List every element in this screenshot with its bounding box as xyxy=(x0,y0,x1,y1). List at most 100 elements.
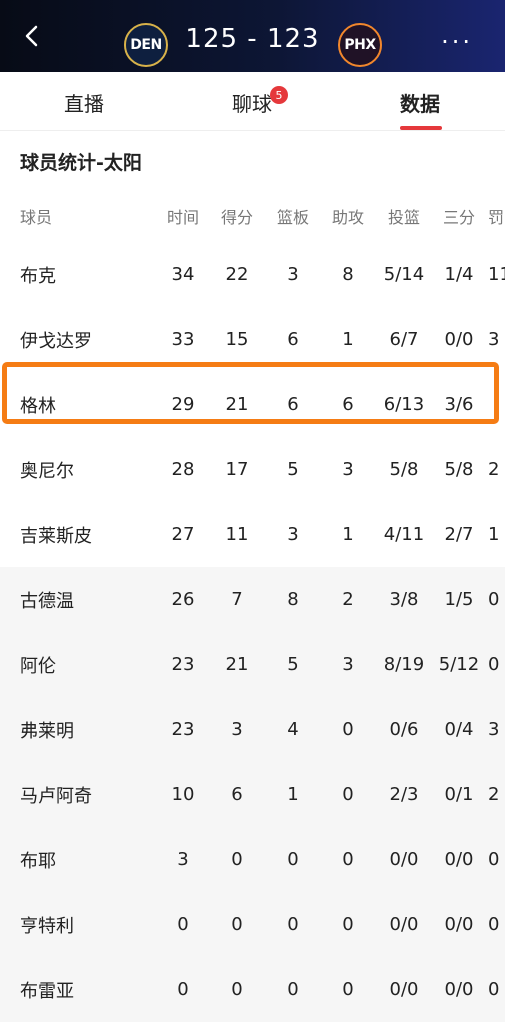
table-row[interactable]: 布克 34 22 3 8 5/14 1/4 11 xyxy=(0,242,505,307)
table-header-row: 球员 时间 得分 篮板 助攻 投篮 三分 罚 xyxy=(0,190,505,242)
minutes-cell: 23 xyxy=(171,719,195,740)
table-row[interactable]: 亨特利 0 0 0 0 0/0 0/0 0 xyxy=(0,892,505,957)
table-row[interactable]: 奥尼尔 28 17 5 3 5/8 5/8 2 xyxy=(0,437,505,502)
chat-notification-badge: 5 xyxy=(270,86,288,104)
assists-cell: 0 xyxy=(342,914,354,935)
assists-cell: 0 xyxy=(342,849,354,870)
player-name-cell: 古德温 xyxy=(20,590,74,612)
player-name-cell: 伊戈达罗 xyxy=(20,330,92,352)
minutes-cell: 29 xyxy=(171,394,195,415)
top-bar: DEN 125 - 123 PHX ··· xyxy=(0,0,505,72)
column-header-player: 球员 xyxy=(20,208,53,227)
points-cell: 21 xyxy=(225,394,249,415)
assists-cell: 3 xyxy=(342,459,354,480)
field-goals-cell: 0/0 xyxy=(389,979,419,1000)
points-cell: 0 xyxy=(231,849,243,870)
score-display: 125 - 123 xyxy=(185,24,320,54)
column-header-assists[interactable]: 助攻 xyxy=(323,190,373,242)
points-cell: 21 xyxy=(225,654,249,675)
tab-chat[interactable]: 聊球 xyxy=(232,88,272,117)
rebounds-cell: 4 xyxy=(287,719,299,740)
field-goals-cell: 0/0 xyxy=(389,849,419,870)
points-cell: 17 xyxy=(225,459,249,480)
field-goals-cell: 2/3 xyxy=(389,784,419,805)
minutes-cell: 10 xyxy=(171,784,195,805)
three-pointers-cell: 0/0 xyxy=(444,979,474,1000)
active-tab-indicator xyxy=(400,126,442,130)
assists-cell: 2 xyxy=(342,589,354,610)
column-header-points[interactable]: 得分 xyxy=(212,190,262,242)
field-goals-cell: 4/11 xyxy=(383,524,425,545)
table-row[interactable]: 布雷亚 0 0 0 0 0/0 0/0 0 xyxy=(0,957,505,1022)
points-cell: 0 xyxy=(231,914,243,935)
three-pointers-cell: 5/8 xyxy=(444,459,474,480)
field-goals-cell: 0/0 xyxy=(389,914,419,935)
table-row[interactable]: 吉莱斯皮 27 11 3 1 4/11 2/7 1 xyxy=(0,502,505,567)
minutes-cell: 0 xyxy=(177,979,189,1000)
table-row[interactable]: 伊戈达罗 33 15 6 1 6/7 0/0 3 xyxy=(0,307,505,372)
column-header-free-throws[interactable]: 罚 xyxy=(488,190,505,242)
table-row[interactable]: 阿伦 23 21 5 3 8/19 5/12 0 xyxy=(0,632,505,697)
assists-cell: 1 xyxy=(342,524,354,545)
assists-cell: 8 xyxy=(342,264,354,285)
player-name-cell: 布耶 xyxy=(20,850,56,872)
rebounds-cell: 0 xyxy=(287,914,299,935)
back-arrow-icon[interactable] xyxy=(20,24,44,48)
points-cell: 6 xyxy=(231,784,243,805)
section-title: 球员统计-太阳 xyxy=(20,152,142,174)
free-throws-cell: 2 xyxy=(488,784,500,805)
field-goals-cell: 6/13 xyxy=(383,394,425,415)
rebounds-cell: 1 xyxy=(287,784,299,805)
table-row[interactable]: 布耶 3 0 0 0 0/0 0/0 0 xyxy=(0,827,505,892)
minutes-cell: 34 xyxy=(171,264,195,285)
player-name-cell: 吉莱斯皮 xyxy=(20,525,92,547)
column-header-three-pointers[interactable]: 三分 xyxy=(434,190,484,242)
free-throws-cell: 0 xyxy=(488,654,500,675)
points-cell: 7 xyxy=(231,589,243,610)
minutes-cell: 23 xyxy=(171,654,195,675)
three-pointers-cell: 0/0 xyxy=(444,849,474,870)
free-throws-cell: 0 xyxy=(488,914,500,935)
rebounds-cell: 5 xyxy=(287,654,299,675)
table-row[interactable]: 弗莱明 23 3 4 0 0/6 0/4 3 xyxy=(0,697,505,762)
minutes-cell: 28 xyxy=(171,459,195,480)
rebounds-cell: 0 xyxy=(287,849,299,870)
points-cell: 22 xyxy=(225,264,249,285)
player-name-cell: 马卢阿奇 xyxy=(20,785,92,807)
table-row[interactable]: 格林 29 21 6 6 6/13 3/6 xyxy=(0,372,505,437)
rebounds-cell: 3 xyxy=(287,264,299,285)
tab-live[interactable]: 直播 xyxy=(64,88,104,117)
tab-bar: 直播 聊球 5 数据 xyxy=(0,72,505,131)
field-goals-cell: 5/14 xyxy=(383,264,425,285)
player-name-cell: 布雷亚 xyxy=(20,980,74,1002)
free-throws-cell: 0 xyxy=(488,979,500,1000)
table-row[interactable]: 马卢阿奇 10 6 1 0 2/3 0/1 2 xyxy=(0,762,505,827)
three-pointers-cell: 0/0 xyxy=(444,329,474,350)
field-goals-cell: 5/8 xyxy=(389,459,419,480)
minutes-cell: 26 xyxy=(171,589,195,610)
column-header-minutes[interactable]: 时间 xyxy=(158,190,208,242)
column-header-field-goals[interactable]: 投篮 xyxy=(378,190,430,242)
rebounds-cell: 8 xyxy=(287,589,299,610)
player-name-cell: 弗莱明 xyxy=(20,720,74,742)
column-header-rebounds[interactable]: 篮板 xyxy=(268,190,318,242)
more-options-icon[interactable]: ··· xyxy=(441,28,473,56)
free-throws-cell: 0 xyxy=(488,849,500,870)
tab-stats[interactable]: 数据 xyxy=(400,88,440,117)
three-pointers-cell: 3/6 xyxy=(444,394,474,415)
field-goals-cell: 3/8 xyxy=(389,589,419,610)
free-throws-cell: 0 xyxy=(488,589,500,610)
player-name-cell: 奥尼尔 xyxy=(20,460,74,482)
three-pointers-cell: 0/4 xyxy=(444,719,474,740)
free-throws-cell: 2 xyxy=(488,459,500,480)
field-goals-cell: 6/7 xyxy=(389,329,419,350)
points-cell: 3 xyxy=(231,719,243,740)
assists-cell: 1 xyxy=(342,329,354,350)
points-cell: 11 xyxy=(225,524,249,545)
away-team-logo[interactable]: PHX xyxy=(338,23,382,67)
points-cell: 15 xyxy=(225,329,249,350)
table-row[interactable]: 古德温 26 7 8 2 3/8 1/5 0 xyxy=(0,567,505,632)
rebounds-cell: 5 xyxy=(287,459,299,480)
assists-cell: 3 xyxy=(342,654,354,675)
home-team-logo[interactable]: DEN xyxy=(124,23,168,67)
